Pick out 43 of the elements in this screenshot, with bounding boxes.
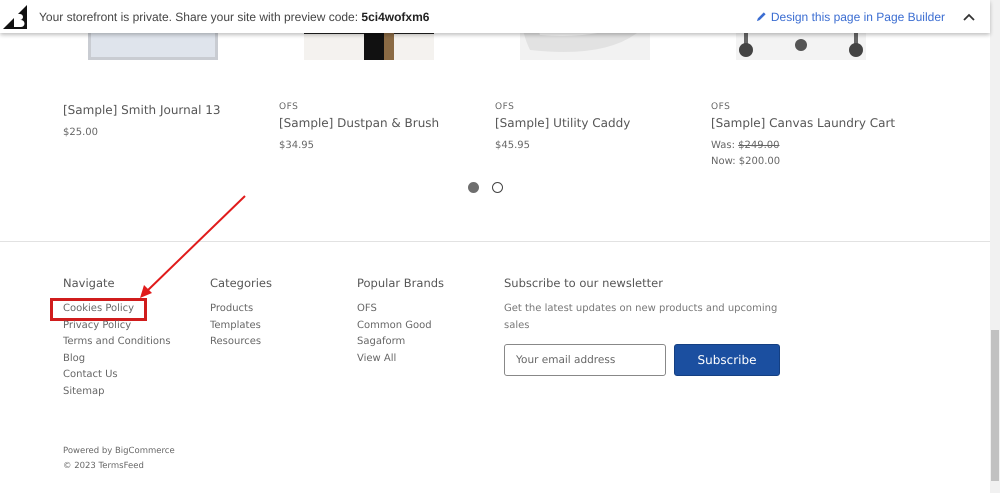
- footer-link[interactable]: Contact Us: [63, 367, 118, 384]
- footer-heading: Navigate: [63, 276, 116, 291]
- footer-link[interactable]: Templates: [210, 318, 261, 334]
- was-price: Was: $249.00: [711, 139, 780, 153]
- product-brand: OFS: [495, 102, 516, 114]
- footer-link[interactable]: Terms and Conditions: [63, 334, 171, 350]
- carousel-dot[interactable]: [468, 182, 479, 193]
- scrollbar-thumb[interactable]: [991, 330, 999, 481]
- subscribe-button[interactable]: Subscribe: [674, 344, 780, 376]
- now-price: Now: $200.00: [711, 155, 782, 169]
- footer-heading: Popular Brands: [357, 276, 446, 291]
- footer-link[interactable]: Common Good: [357, 318, 432, 334]
- scrollbar[interactable]: [990, 0, 1000, 493]
- banner-message: Your storefront is private. Share your site with preview code: 5ci4wofxm6: [39, 10, 430, 24]
- product-name[interactable]: [Sample] Dustpan & Brush: [279, 116, 495, 134]
- product-brand: OFS: [279, 102, 300, 114]
- product-price: $45.95: [495, 139, 531, 153]
- carousel-dot[interactable]: [492, 182, 503, 193]
- footer-link[interactable]: Blog: [63, 350, 86, 367]
- footer-link[interactable]: View All: [357, 350, 396, 367]
- product-name[interactable]: [Sample] Smith Journal 13: [63, 103, 279, 121]
- product-brand: OFS: [711, 102, 732, 114]
- page-builder-link[interactable]: Design this page in Page Builder: [756, 10, 945, 24]
- footer-link[interactable]: Sagaform: [357, 334, 406, 350]
- product-price: $25.00: [63, 126, 99, 140]
- footer-link[interactable]: Resources: [210, 334, 262, 350]
- logo-icon: [3, 4, 27, 28]
- footer-link[interactable]: OFS: [357, 301, 377, 318]
- footer-link[interactable]: Cookies Policy: [53, 301, 144, 318]
- powered-by-text: Powered by BigCommerce: [63, 445, 176, 458]
- product-price: $34.95: [279, 139, 315, 153]
- footer-link[interactable]: Products: [210, 301, 254, 318]
- footer-link[interactable]: Privacy Policy: [63, 318, 132, 334]
- newsletter-heading: Subscribe to our newsletter: [504, 276, 664, 291]
- copyright-text: © 2023 TermsFeed: [63, 460, 145, 473]
- product-name[interactable]: [Sample] Utility Caddy: [495, 116, 711, 134]
- product-name[interactable]: [Sample] Canvas Laundry Cart: [711, 116, 927, 134]
- collapse-icon[interactable]: [963, 12, 975, 20]
- footer-heading: Categories: [210, 276, 273, 291]
- pencil-icon: [756, 11, 767, 22]
- email-field[interactable]: Your email address: [504, 344, 666, 376]
- newsletter-text: Get the latest updates on new products and upcoming sales: [504, 302, 778, 332]
- footer-link[interactable]: Sitemap: [63, 384, 104, 400]
